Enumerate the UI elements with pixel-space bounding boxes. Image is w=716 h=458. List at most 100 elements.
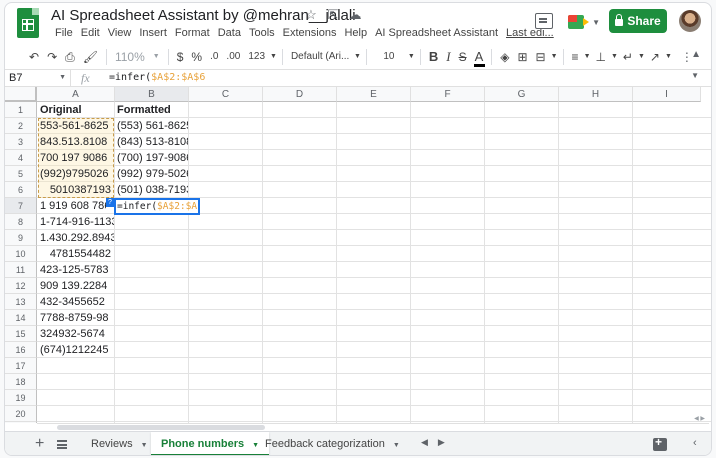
comment-history-icon[interactable] [535, 13, 553, 29]
meet-button[interactable]: ▼ [568, 11, 600, 33]
percent-format-button[interactable]: % [187, 46, 206, 68]
vertical-scroll-thumb[interactable] [703, 97, 708, 217]
cell-a9[interactable]: 1.430.292.8943 [37, 230, 114, 246]
menu-view[interactable]: View [104, 26, 136, 40]
fill-color-icon[interactable]: ◈ [496, 46, 513, 68]
strikethrough-button[interactable]: S [455, 46, 471, 68]
column-header-i[interactable]: I [633, 87, 701, 102]
side-panel-toggle-icon[interactable]: ‹ [693, 437, 697, 449]
cell-b6[interactable]: (501) 038-7193 [114, 182, 188, 198]
move-icon[interactable]: ⇱ [325, 7, 341, 23]
scroll-arrows-icon[interactable]: ◀ ▶ [694, 415, 705, 422]
row-header[interactable]: 16 [5, 342, 37, 358]
more-formats-button[interactable]: 123 [244, 46, 269, 68]
redo-icon[interactable]: ↷ [43, 46, 61, 68]
valign-caret-icon[interactable]: ▼ [610, 46, 619, 68]
decrease-decimal-button[interactable]: .0 [206, 46, 222, 68]
cell-a5[interactable]: (992)9795026 [37, 166, 114, 182]
cell-a16[interactable]: (674)1212245 [37, 342, 114, 358]
cell-b1[interactable]: Formatted [114, 102, 188, 118]
tab-phone-numbers[interactable]: Phone numbers ▼ [151, 432, 270, 455]
cell-a13[interactable]: 432-3455652 [37, 294, 114, 310]
row-header[interactable]: 12 [5, 278, 37, 294]
merge-cells-icon[interactable]: ⊟ [532, 46, 550, 68]
menu-help[interactable]: Help [340, 26, 371, 40]
select-all-corner[interactable] [5, 87, 37, 102]
column-header-a[interactable]: A [37, 87, 115, 102]
menu-insert[interactable]: Insert [135, 26, 171, 40]
row-header[interactable]: 3 [5, 134, 37, 150]
font-caret-icon[interactable]: ▼ [353, 46, 362, 68]
tab-reviews[interactable]: Reviews ▼ [81, 432, 158, 455]
column-header-g[interactable]: G [485, 87, 559, 102]
row-header[interactable]: 15 [5, 326, 37, 342]
row-header[interactable]: 17 [5, 358, 37, 374]
row-header[interactable]: 11 [5, 262, 37, 278]
column-header-d[interactable]: D [263, 87, 337, 102]
borders-icon[interactable]: ⊞ [513, 46, 531, 68]
column-header-f[interactable]: F [411, 87, 485, 102]
font-size-select[interactable]: 10 [371, 46, 407, 68]
cell-b5[interactable]: (992) 979-5026 [114, 166, 188, 182]
menu-file[interactable]: File [51, 26, 77, 40]
cloud-status-icon[interactable]: ☁ [347, 7, 363, 23]
horizontal-scroll-thumb[interactable] [57, 425, 265, 430]
row-header[interactable]: 4 [5, 150, 37, 166]
cell-b3[interactable]: (843) 513-8108 [114, 134, 188, 150]
add-sheet-icon[interactable]: + [35, 434, 44, 454]
formula-input[interactable]: =infer($A$2:$A$6 [109, 70, 205, 86]
cell-a6[interactable]: 5010387193 [37, 182, 114, 198]
column-header-c[interactable]: C [189, 87, 263, 102]
zoom-select[interactable]: 110% [111, 46, 149, 68]
align-caret-icon[interactable]: ▼ [583, 46, 592, 68]
row-header[interactable]: 2 [5, 118, 37, 134]
name-box[interactable]: B7 ▼ [5, 70, 71, 86]
menu-ai-assistant[interactable]: AI Spreadsheet Assistant [371, 26, 502, 40]
increase-decimal-button[interactable]: .00 [222, 46, 244, 68]
row-header[interactable]: 8 [5, 214, 37, 230]
menu-tools[interactable]: Tools [245, 26, 279, 40]
cell-b4[interactable]: (700) 197-9086 [114, 150, 188, 166]
star-icon[interactable]: ☆ [303, 7, 319, 23]
more-formats-caret-icon[interactable]: ▼ [269, 46, 278, 68]
cell-b2[interactable]: (553) 561-8625 [114, 118, 188, 134]
explore-icon[interactable] [653, 435, 667, 451]
menu-extensions[interactable]: Extensions [279, 26, 341, 40]
share-button[interactable]: Share [609, 9, 667, 33]
font-size-caret-icon[interactable]: ▼ [407, 46, 416, 68]
avatar[interactable] [679, 10, 701, 32]
row-header[interactable]: 9 [5, 230, 37, 246]
tab-feedback-categorization[interactable]: Feedback categorization ▼ [255, 432, 410, 455]
text-wrap-icon[interactable]: ↵ [619, 46, 637, 68]
cell-a15[interactable]: 324932-5674 [37, 326, 114, 342]
cell-b7-editor[interactable]: =infer($A$2:$A$6 [114, 198, 200, 215]
expand-formula-icon[interactable]: ▼ [691, 71, 699, 80]
vertical-align-icon[interactable]: ⊥ [592, 46, 610, 68]
menu-format[interactable]: Format [171, 26, 214, 40]
print-icon[interactable]: ⎙ [61, 46, 79, 68]
horizontal-align-icon[interactable]: ≡ [568, 46, 583, 68]
column-header-b[interactable]: B [115, 87, 189, 102]
text-rotation-icon[interactable]: ↗ [646, 46, 664, 68]
all-sheets-icon[interactable] [57, 440, 67, 449]
font-family-select[interactable]: Default (Ari... [287, 46, 353, 68]
text-color-button[interactable]: A [471, 46, 488, 68]
cell-a10[interactable]: 4781554482 [37, 246, 114, 262]
cell-a7[interactable]: 1 919 608 7869 [37, 198, 106, 214]
undo-icon[interactable]: ↶ [25, 46, 43, 68]
menu-edit[interactable]: Edit [77, 26, 104, 40]
row-header[interactable]: 19 [5, 390, 37, 406]
sheets-logo-icon[interactable] [17, 8, 39, 38]
horizontal-scrollbar[interactable] [37, 423, 709, 431]
row-header[interactable]: 7 [5, 198, 37, 214]
row-header[interactable]: 21 [5, 422, 37, 423]
row-header[interactable]: 6 [5, 182, 37, 198]
row-header[interactable]: 1 [5, 102, 37, 118]
cell-a3[interactable]: 843.513.8108 [37, 134, 114, 150]
tab-scroll-icon[interactable]: ◀▶ [421, 437, 455, 448]
cell-a8[interactable]: 1-714-916-1133 [37, 214, 114, 230]
row-header[interactable]: 14 [5, 310, 37, 326]
row-header[interactable]: 10 [5, 246, 37, 262]
rotation-caret-icon[interactable]: ▼ [664, 46, 673, 68]
column-header-e[interactable]: E [337, 87, 411, 102]
